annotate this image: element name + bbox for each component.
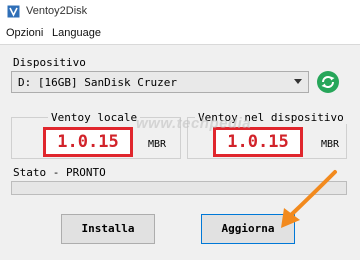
install-button[interactable]: Installa <box>61 214 155 244</box>
local-partition-style: MBR <box>148 139 167 150</box>
local-version-label: Ventoy locale <box>48 111 141 124</box>
local-version-value: 1.0.15 <box>43 127 133 157</box>
ventoy-app-icon <box>7 5 20 18</box>
refresh-button[interactable] <box>317 71 339 93</box>
menu-language[interactable]: Language <box>52 27 101 39</box>
menu-bar: Opzioni Language <box>0 24 360 44</box>
menu-options[interactable]: Opzioni <box>6 27 43 39</box>
chevron-down-icon <box>294 79 302 84</box>
device-label: Dispositivo <box>13 56 86 69</box>
device-partition-style: MBR <box>321 139 340 150</box>
device-dropdown[interactable]: D: [16GB] SanDisk Cruzer <box>11 71 309 93</box>
progress-bar <box>11 181 347 195</box>
refresh-icon <box>321 76 335 88</box>
watermark: www.techpedia <box>136 115 252 132</box>
menu-divider <box>0 44 360 45</box>
title-bar: Ventoy2Disk <box>0 0 360 24</box>
device-selected-value: D: [16GB] SanDisk Cruzer <box>18 76 177 89</box>
update-button[interactable]: Aggiorna <box>201 214 295 244</box>
window-title: Ventoy2Disk <box>26 5 88 17</box>
status-label: Stato - PRONTO <box>13 166 106 179</box>
